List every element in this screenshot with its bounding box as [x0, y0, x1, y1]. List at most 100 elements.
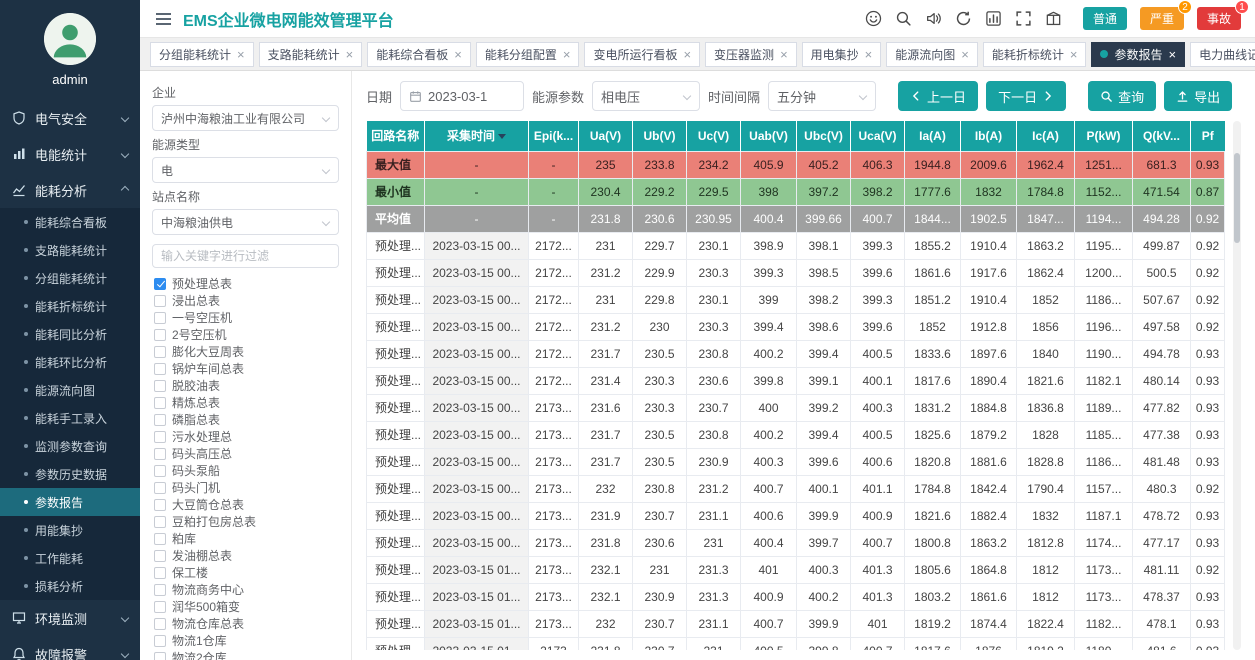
- meter-checkbox-item-9[interactable]: 污水处理总: [152, 428, 339, 445]
- column-header-5[interactable]: Uc(V): [687, 121, 741, 151]
- table-row[interactable]: 预处理...2023-03-15 00...2172...231229.8230…: [367, 286, 1225, 313]
- meter-checkbox-item-17[interactable]: 保工楼: [152, 564, 339, 581]
- tab-8[interactable]: 能耗折标统计×: [983, 42, 1087, 67]
- sidebar-subitem-0[interactable]: 能耗综合看板: [0, 208, 140, 236]
- sidebar-item-4[interactable]: 故障报警: [0, 636, 140, 660]
- sidebar-subitem-10[interactable]: 参数报告: [0, 488, 140, 516]
- tab-0[interactable]: 分组能耗统计×: [150, 42, 254, 67]
- date-picker[interactable]: 2023-03-1: [400, 81, 524, 111]
- column-header-4[interactable]: Ub(V): [633, 121, 687, 151]
- meter-checkbox-item-3[interactable]: 2号空压机: [152, 326, 339, 343]
- close-icon[interactable]: ×: [780, 48, 788, 61]
- checkbox-unchecked[interactable]: [154, 380, 166, 392]
- close-icon[interactable]: ×: [1169, 48, 1177, 61]
- table-row[interactable]: 预处理...2023-03-15 01...2173...232.1230.92…: [367, 583, 1225, 610]
- sidebar-subitem-6[interactable]: 能源流向图: [0, 376, 140, 404]
- meter-checkbox-item-15[interactable]: 粕库: [152, 530, 339, 547]
- checkbox-unchecked[interactable]: [154, 618, 166, 630]
- checkbox-unchecked[interactable]: [154, 465, 166, 477]
- sidebar-item-1[interactable]: 电能统计: [0, 136, 140, 172]
- meter-checkbox-item-8[interactable]: 磷脂总表: [152, 411, 339, 428]
- meter-checkbox-item-19[interactable]: 润华500箱变: [152, 598, 339, 615]
- column-header-0[interactable]: 回路名称: [367, 121, 425, 151]
- column-header-13[interactable]: Q(kV...: [1133, 121, 1191, 151]
- company-select[interactable]: 泸州中海粮油工业有限公司: [152, 105, 339, 131]
- table-row[interactable]: 预处理...2023-03-15 00...2173...231.7230.52…: [367, 421, 1225, 448]
- sidebar-item-3[interactable]: 环境监测: [0, 600, 140, 636]
- close-icon[interactable]: ×: [865, 48, 873, 61]
- sidebar-subitem-4[interactable]: 能耗同比分析: [0, 320, 140, 348]
- tab-5[interactable]: 变压器监测×: [705, 42, 797, 67]
- close-icon[interactable]: ×: [683, 48, 691, 61]
- checkbox-unchecked[interactable]: [154, 295, 166, 307]
- meter-checkbox-item-20[interactable]: 物流仓库总表: [152, 615, 339, 632]
- checkbox-unchecked[interactable]: [154, 431, 166, 443]
- checkbox-unchecked[interactable]: [154, 550, 166, 562]
- column-header-6[interactable]: Uab(V): [741, 121, 797, 151]
- refresh-icon[interactable]: [955, 10, 972, 27]
- table-row[interactable]: 预处理...2023-03-15 00...2173...231.8230.62…: [367, 529, 1225, 556]
- column-header-1[interactable]: 采集时间: [425, 121, 529, 151]
- table-row[interactable]: 预处理...2023-03-15 00...2172...231.2229.92…: [367, 259, 1225, 286]
- table-row[interactable]: 预处理...2023-03-15 01...2173231.8230.72314…: [367, 637, 1225, 650]
- column-header-10[interactable]: Ib(A): [961, 121, 1017, 151]
- checkbox-unchecked[interactable]: [154, 397, 166, 409]
- sidebar-subitem-13[interactable]: 损耗分析: [0, 572, 140, 600]
- sidebar-item-0[interactable]: 电气安全: [0, 100, 140, 136]
- table-row[interactable]: 预处理...2023-03-15 00...2173...231.6230.32…: [367, 394, 1225, 421]
- meter-checkbox-item-13[interactable]: 大豆筒仓总表: [152, 496, 339, 513]
- meter-checkbox-item-7[interactable]: 精炼总表: [152, 394, 339, 411]
- close-icon[interactable]: ×: [961, 48, 969, 61]
- meter-checkbox-item-2[interactable]: 一号空压机: [152, 309, 339, 326]
- tab-6[interactable]: 用电集抄×: [802, 42, 882, 67]
- checkbox-unchecked[interactable]: [154, 635, 166, 647]
- alarm-badge[interactable]: 事故1: [1197, 7, 1241, 30]
- meter-checkbox-item-10[interactable]: 码头高压总: [152, 445, 339, 462]
- meter-checkbox-item-18[interactable]: 物流商务中心: [152, 581, 339, 598]
- speaker-icon[interactable]: [925, 10, 942, 27]
- column-header-7[interactable]: Ubc(V): [797, 121, 851, 151]
- avatar[interactable]: [44, 13, 96, 65]
- table-row[interactable]: 预处理...2023-03-15 00...2173...231.9230.72…: [367, 502, 1225, 529]
- next-day-button[interactable]: 下一日: [986, 81, 1066, 111]
- close-icon[interactable]: ×: [454, 48, 462, 61]
- checkbox-unchecked[interactable]: [154, 346, 166, 358]
- table-row[interactable]: 预处理...2023-03-15 00...2173...232230.8231…: [367, 475, 1225, 502]
- alarm-badge[interactable]: 普通: [1083, 7, 1127, 30]
- meter-checkbox-item-1[interactable]: 浸出总表: [152, 292, 339, 309]
- column-header-2[interactable]: Epi(k...: [529, 121, 579, 151]
- tab-4[interactable]: 变电所运行看板×: [584, 42, 700, 67]
- table-row[interactable]: 预处理...2023-03-15 00...2173...231.7230.52…: [367, 448, 1225, 475]
- close-icon[interactable]: ×: [346, 48, 354, 61]
- checkbox-unchecked[interactable]: [154, 312, 166, 324]
- smiley-icon[interactable]: [865, 10, 882, 27]
- sidebar-subitem-8[interactable]: 监测参数查询: [0, 432, 140, 460]
- checkbox-unchecked[interactable]: [154, 482, 166, 494]
- checkbox-unchecked[interactable]: [154, 499, 166, 511]
- alarm-badge[interactable]: 严重2: [1140, 7, 1184, 30]
- column-header-9[interactable]: Ia(A): [905, 121, 961, 151]
- checkbox-unchecked[interactable]: [154, 516, 166, 528]
- meter-checkbox-item-21[interactable]: 物流1仓库: [152, 632, 339, 649]
- meter-checkbox-item-16[interactable]: 发油棚总表: [152, 547, 339, 564]
- table-row[interactable]: 预处理...2023-03-15 00...2172...231.7230.52…: [367, 340, 1225, 367]
- sidebar-subitem-12[interactable]: 工作能耗: [0, 544, 140, 572]
- meter-checkbox-item-5[interactable]: 锅炉车间总表: [152, 360, 339, 377]
- column-header-3[interactable]: Ua(V): [579, 121, 633, 151]
- table-row[interactable]: 预处理...2023-03-15 01...2173...232230.7231…: [367, 610, 1225, 637]
- column-header-12[interactable]: P(kW): [1075, 121, 1133, 151]
- query-button[interactable]: 查询: [1088, 81, 1156, 111]
- sidebar-subitem-1[interactable]: 支路能耗统计: [0, 236, 140, 264]
- checkbox-checked[interactable]: [154, 278, 166, 290]
- sidebar-subitem-11[interactable]: 用能集抄: [0, 516, 140, 544]
- chart-icon[interactable]: [985, 10, 1002, 27]
- checkbox-unchecked[interactable]: [154, 652, 166, 660]
- sidebar-subitem-5[interactable]: 能耗环比分析: [0, 348, 140, 376]
- column-header-8[interactable]: Uca(V): [851, 121, 905, 151]
- meter-checkbox-item-14[interactable]: 豆粕打包房总表: [152, 513, 339, 530]
- meter-checkbox-item-4[interactable]: 膨化大豆周表: [152, 343, 339, 360]
- table-row[interactable]: 预处理...2023-03-15 00...2172...231.4230.32…: [367, 367, 1225, 394]
- sidebar-subitem-2[interactable]: 分组能耗统计: [0, 264, 140, 292]
- column-header-14[interactable]: Pf: [1191, 121, 1225, 151]
- meter-checkbox-item-0[interactable]: 预处理总表: [152, 275, 339, 292]
